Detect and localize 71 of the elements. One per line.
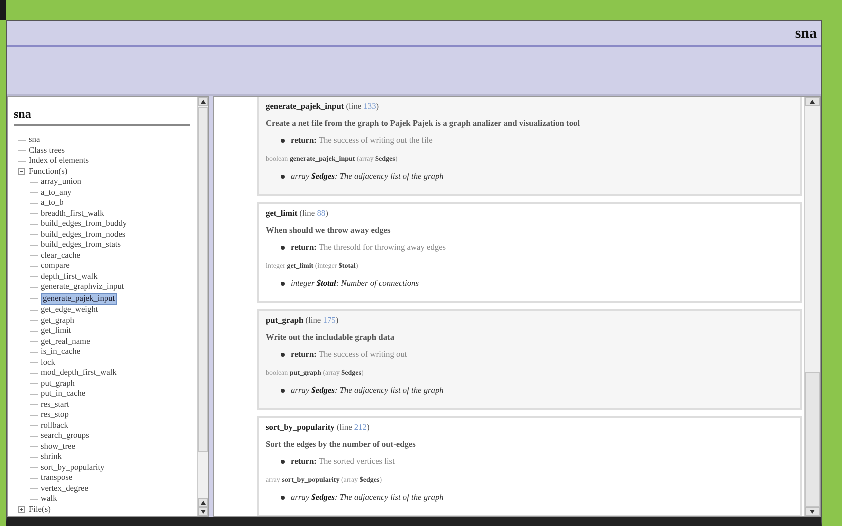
function-heading: put_graph (line 175) [266, 316, 340, 326]
down-arrow-icon [200, 510, 206, 514]
expand-icon[interactable] [18, 506, 25, 514]
tree-item[interactable]: Function(s) [29, 166, 68, 177]
tree-item[interactable]: walk [41, 494, 58, 504]
scroll-down-button[interactable] [198, 507, 208, 516]
page-title: sna [795, 26, 817, 42]
tree-item[interactable]: show_tree [41, 442, 76, 452]
tree-item[interactable]: Class trees [29, 146, 66, 156]
tree-item[interactable]: get_limit [41, 326, 72, 336]
tree-item[interactable]: get_graph [41, 316, 74, 326]
tree-item[interactable]: vertex_degree [41, 484, 88, 494]
return-text: return: The success of writing out [266, 350, 793, 360]
tree-item[interactable]: build_edges_from_buddy [41, 219, 128, 230]
parameter-text: array $edges: The adjacency list of the graph [266, 386, 793, 396]
tree-item[interactable]: put_in_cache [41, 389, 86, 400]
tree-item[interactable]: array_union [41, 177, 82, 188]
scrollbar-thumb[interactable] [805, 372, 820, 507]
scrollbar[interactable] [804, 97, 820, 516]
function-description: Write out the includable graph data [266, 333, 396, 343]
return-text: return: The thresold for throwing away edges [266, 243, 793, 253]
tree-item[interactable]: File(s) [29, 504, 51, 515]
tree-item[interactable]: put_graph [41, 378, 75, 389]
tree-item[interactable]: transpose [41, 473, 73, 484]
tree-item[interactable]: res_start [41, 400, 70, 410]
sidebar-title: sna [14, 107, 190, 126]
tree-item[interactable]: rollback [41, 420, 68, 431]
tree-item[interactable]: mod_depth_first_walk [41, 368, 117, 378]
tree-item[interactable]: a_to_b [41, 198, 64, 208]
function-heading: sort_by_popularity (line 212) [266, 423, 371, 433]
parameter-text: array $edges: The adjacency list of the graph [266, 493, 793, 503]
scroll-down-button[interactable] [805, 507, 820, 516]
collapse-icon[interactable] [18, 168, 25, 176]
tree-item[interactable]: shrink [41, 452, 62, 462]
corner-block [0, 0, 6, 20]
up-arrow-icon [200, 100, 206, 104]
return-text: return: The success of writing out the file [266, 136, 793, 146]
tree-item[interactable]: Index of elements [29, 156, 89, 166]
function-description: Create a net file from the graph to Pajek Pajek is a graph analizer and visualization tool [266, 119, 582, 129]
tree-item[interactable]: generate_graphviz_input [41, 282, 124, 292]
function-heading: generate_pajek_input (line 133) [266, 102, 380, 112]
tree-item[interactable]: clear_cache [41, 250, 81, 261]
down-arrow-icon [810, 510, 815, 514]
tree-item[interactable]: sna [29, 135, 40, 146]
tree-item[interactable]: lock [41, 358, 56, 368]
scroll-up-button[interactable] [198, 97, 208, 106]
tree-item[interactable]: res_stop [41, 410, 69, 420]
tree-item[interactable]: breadth_first_walk [41, 208, 104, 219]
scroll-up-button[interactable] [805, 97, 820, 106]
scrollbar[interactable] [197, 97, 208, 516]
scrollbar-thumb[interactable] [198, 107, 208, 452]
tree-item[interactable]: compare [41, 261, 70, 272]
up-arrow-icon [200, 500, 206, 504]
tree-item[interactable]: a_to_any [41, 188, 72, 198]
scroll-up-button[interactable] [198, 498, 208, 507]
tree-item[interactable]: generate_pajek_input [41, 292, 118, 305]
up-arrow-icon [810, 100, 815, 104]
tree-item[interactable]: sort_by_popularity [41, 462, 105, 473]
parameter-text: integer $total: Number of connections [266, 279, 793, 289]
tree-item[interactable]: search_groups [41, 431, 90, 442]
tree-item[interactable]: get_edge_weight [41, 305, 98, 316]
tree-item[interactable]: build_edges_from_stats [41, 240, 122, 250]
return-text: return: The sorted vertices list [266, 457, 793, 467]
parameter-text: array $edges: The adjacency list of the graph [266, 172, 793, 182]
tree-item[interactable]: is_in_cache [41, 347, 81, 358]
tree-item[interactable]: build_edges_from_nodes [41, 230, 126, 240]
function-heading: get_limit (line 88) [266, 209, 330, 219]
function-description: Sort the edges by the number of out-edges [266, 440, 417, 450]
tree-item[interactable]: depth_first_walk [41, 272, 98, 282]
tree-item[interactable]: get_real_name [41, 336, 90, 347]
function-description: When should we throw away edges [266, 226, 392, 236]
